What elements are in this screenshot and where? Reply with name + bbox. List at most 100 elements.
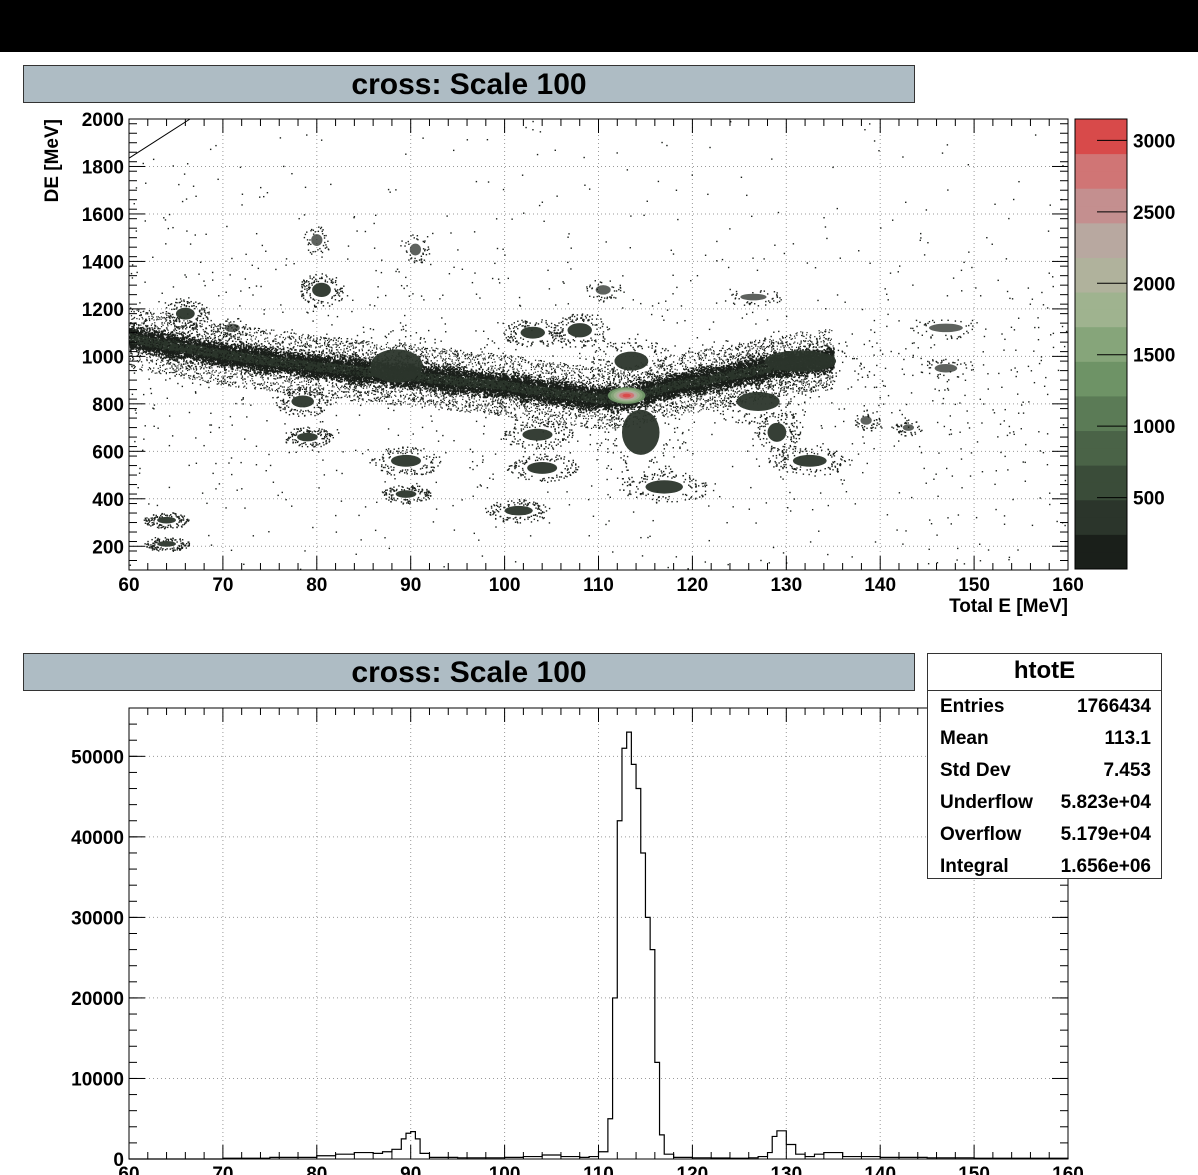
heatmap-cell	[937, 496, 938, 497]
heatmap-cell	[604, 426, 605, 427]
heatmap-cell	[610, 497, 611, 498]
heatmap-cell	[489, 478, 490, 479]
heatmap-cell	[555, 150, 556, 151]
heatmap-cell	[843, 421, 844, 422]
heatmap-cell	[479, 297, 480, 298]
heatmap-cell	[948, 389, 949, 390]
heatmap-cell	[957, 548, 958, 549]
heatmap-cell	[203, 280, 204, 281]
heatmap-cell	[186, 198, 187, 199]
heatmap-cell	[297, 413, 298, 414]
heatmap-cell	[488, 338, 489, 339]
heatmap-cell	[134, 372, 135, 373]
heatmap-cell	[671, 250, 672, 251]
heatmap-cell	[936, 534, 937, 535]
heatmap-cell	[482, 455, 483, 456]
heatmap-cell	[532, 129, 533, 130]
heatmap-cell	[272, 397, 273, 398]
heatmap-cell	[195, 437, 196, 438]
heatmap-cell	[1065, 480, 1066, 481]
heatmap-cell	[219, 483, 220, 484]
heatmap-cell	[665, 300, 666, 301]
heatmap-cell	[512, 337, 513, 338]
heatmap-cell	[502, 249, 503, 250]
heatmap-cell	[492, 278, 493, 279]
heatmap-cell	[212, 473, 213, 474]
heatmap-cell	[265, 251, 266, 252]
heatmap-cell	[642, 555, 643, 556]
heatmap-cell	[658, 303, 659, 304]
heatmap-cell	[217, 179, 218, 180]
heatmap-cell	[515, 349, 516, 350]
heatmap-cell	[471, 352, 472, 353]
heatmap-cell	[497, 411, 498, 412]
heatmap-cell	[182, 201, 183, 202]
heatmap-cell	[992, 409, 993, 410]
heatmap-cell	[339, 352, 340, 353]
heatmap-cell	[145, 220, 146, 221]
heatmap-cell	[215, 488, 216, 489]
heatmap-cell	[499, 282, 500, 283]
heatmap-cell	[732, 506, 733, 507]
heatmap-cell	[522, 175, 523, 176]
heatmap-cell	[692, 174, 693, 175]
heatmap-cell	[322, 421, 323, 422]
heatmap-cell	[282, 492, 283, 493]
heatmap-cell	[1025, 444, 1026, 445]
heatmap-cell	[1014, 329, 1015, 330]
heatmap-cell	[457, 249, 458, 250]
heatmap-cell	[445, 323, 446, 324]
heatmap-cell	[1053, 347, 1054, 348]
heatmap-cell	[1048, 230, 1049, 231]
heatmap-cell	[627, 169, 628, 170]
heatmap-cell	[443, 566, 444, 567]
heatmap-cell	[933, 479, 934, 480]
heatmap-cell	[752, 312, 753, 313]
heatmap-cell	[388, 408, 389, 409]
heatmap-cell	[931, 523, 932, 524]
heatmap-cell	[547, 491, 548, 492]
heatmap-cell	[487, 344, 488, 345]
heatmap-cell	[773, 332, 774, 333]
heatmap-cell	[778, 331, 779, 332]
heatmap-cell	[784, 253, 785, 254]
heatmap-cell	[153, 159, 154, 160]
heatmap-cell	[1041, 360, 1042, 361]
heatmap-cell	[295, 352, 296, 353]
heatmap-cell	[398, 435, 399, 436]
heatmap-cell	[918, 347, 919, 348]
heatmap-cell	[760, 560, 761, 561]
heatmap-cell	[965, 364, 966, 365]
heatmap-cell	[405, 325, 406, 326]
heatmap-cell	[786, 316, 787, 317]
heatmap-cell	[259, 196, 260, 197]
heatmap-cell	[1038, 327, 1039, 328]
heatmap-cell	[824, 474, 825, 475]
heatmap-cell	[676, 190, 677, 191]
heatmap-cell	[880, 227, 881, 228]
heatmap-cell	[727, 564, 728, 565]
heatmap-cell	[555, 433, 556, 434]
heatmap-cell	[439, 298, 440, 299]
heatmap-cell	[1035, 134, 1036, 135]
heatmap-cell	[1008, 559, 1009, 560]
heatmap-cell	[688, 429, 689, 430]
heatmap-cell	[438, 441, 439, 442]
heatmap-cell	[279, 336, 280, 337]
heatmap-cell	[662, 316, 663, 317]
heatmap-cell	[275, 269, 276, 270]
heatmap-cell	[1004, 515, 1005, 516]
heatmap-cell	[442, 435, 443, 436]
heatmap-cell	[763, 258, 764, 259]
heatmap-cell	[1012, 499, 1013, 500]
heatmap-cell	[617, 478, 618, 479]
heatmap-cell	[870, 329, 871, 330]
heatmap-cell	[182, 386, 183, 387]
heatmap-cell	[268, 531, 269, 532]
heatmap-cell	[519, 365, 520, 366]
heatmap-cell	[763, 422, 764, 423]
heatmap-cell	[136, 272, 137, 273]
heatmap-cell	[375, 530, 376, 531]
heatmap-cell	[968, 251, 969, 252]
heatmap-cell	[312, 527, 313, 528]
